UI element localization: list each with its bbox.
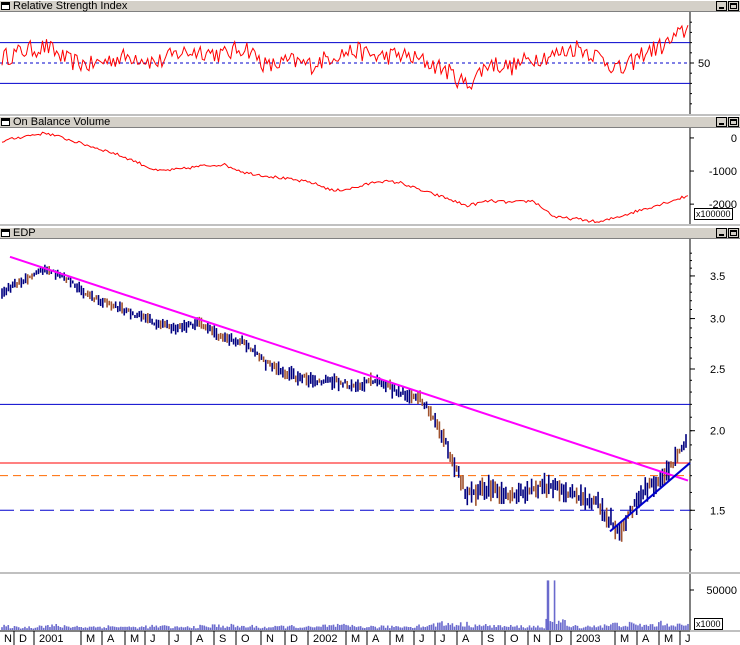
x-axis-label: 2001	[39, 633, 63, 645]
x-axis-label: N	[266, 633, 274, 645]
x-axis-label: J	[440, 633, 446, 645]
x-axis-label: M	[664, 633, 673, 645]
x-axis-label: A	[642, 633, 650, 645]
x-axis-label: D	[290, 633, 298, 645]
price-tick-label: 3.0	[710, 314, 725, 326]
x-axis-label: N	[533, 633, 541, 645]
x-axis-label: S	[219, 633, 226, 645]
x-axis-label: M	[351, 633, 360, 645]
support-trendline	[609, 462, 691, 533]
x-axis-label: J	[150, 633, 156, 645]
x-axis-label: D	[19, 633, 27, 645]
x-axis-label: O	[510, 633, 519, 645]
price-tick-label: 2.5	[710, 364, 725, 376]
obv-series-line	[1, 131, 689, 224]
price-tick-label: 2.0	[710, 426, 725, 438]
volume-tick-label: 50000	[706, 585, 737, 597]
x-axis-label: A	[196, 633, 204, 645]
x-axis-label: N	[4, 633, 12, 645]
x-axis-label: M	[130, 633, 139, 645]
resistance-trendline	[9, 255, 689, 482]
x-axis-label: 2002	[313, 633, 337, 645]
volume-unit-label: x1000	[694, 618, 723, 630]
price-tick-label: 3.5	[710, 271, 725, 283]
x-axis-label: J	[174, 633, 180, 645]
obv-unit-label: x100000	[694, 208, 733, 220]
price-tick-label: 1.5	[710, 505, 725, 517]
x-axis-label: J	[685, 633, 691, 645]
x-axis-label: A	[462, 633, 470, 645]
x-axis-label: J	[419, 633, 425, 645]
x-axis-label: M	[620, 633, 629, 645]
x-axis-label: D	[555, 633, 563, 645]
chart-canvas: 500-1000-20003.53.02.52.01.550000N D 2001 M…	[0, 12, 740, 645]
rsi-tick-label: 50	[698, 58, 710, 70]
x-axis-label: A	[107, 633, 115, 645]
x-axis-label: O	[241, 633, 250, 645]
x-axis-label: M	[86, 633, 95, 645]
rsi-series-line	[1, 24, 689, 91]
x-axis-label: 2003	[576, 633, 600, 645]
x-axis-label: S	[487, 633, 494, 645]
obv-tick-label: 0	[731, 133, 737, 145]
obv-tick-label: -1000	[709, 166, 737, 178]
x-axis-label: A	[372, 633, 380, 645]
x-axis-label: M	[395, 633, 404, 645]
